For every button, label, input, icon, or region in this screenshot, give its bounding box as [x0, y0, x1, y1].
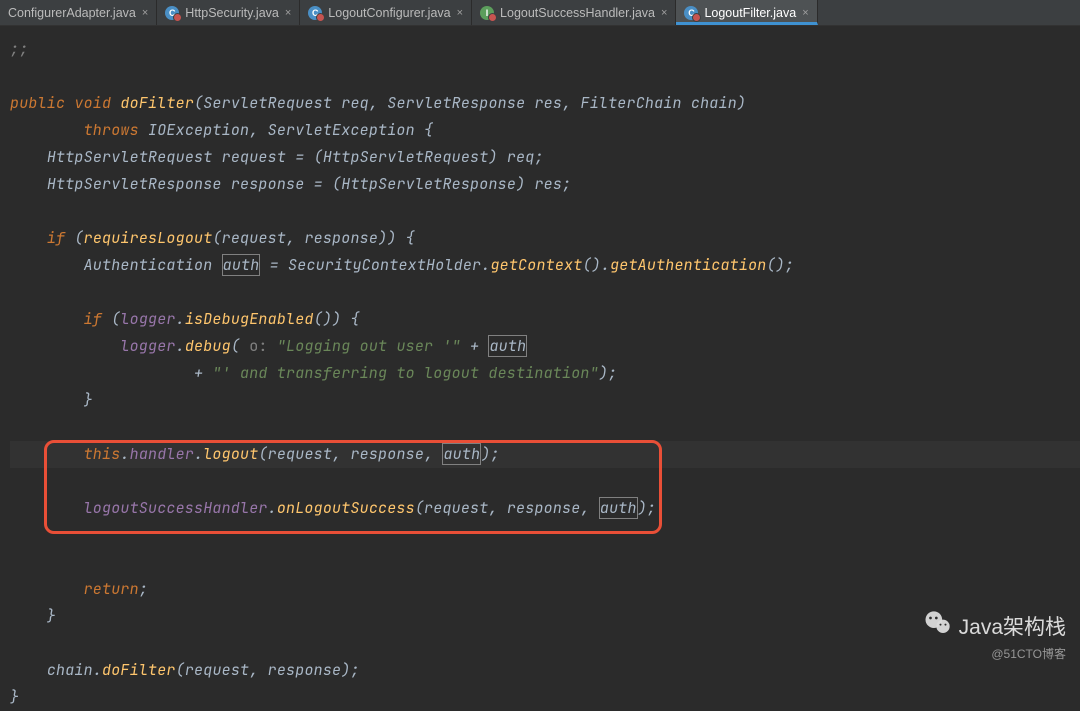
code-editor[interactable]: ;; public void doFilter(ServletRequest r… [0, 26, 1080, 711]
readonly-badge-icon [173, 13, 182, 22]
interface-icon: I [480, 6, 494, 20]
wechat-icon [923, 608, 953, 644]
code-line: public void doFilter(ServletRequest req,… [10, 90, 1080, 117]
code-line-highlighted: this.handler.logout(request, response, a… [10, 441, 1080, 468]
highlighted-variable: auth [222, 254, 261, 276]
tab-logout-configurer[interactable]: C LogoutConfigurer.java × [300, 0, 472, 25]
class-icon: C [165, 6, 179, 20]
code-line: ;; [10, 36, 1080, 63]
code-line: HttpServletRequest request = (HttpServle… [10, 144, 1080, 171]
highlighted-variable: auth [599, 497, 638, 519]
code-line [10, 549, 1080, 576]
tab-logout-success-handler[interactable]: I LogoutSuccessHandler.java × [472, 0, 676, 25]
code-line: Authentication auth = SecurityContextHol… [10, 252, 1080, 279]
tab-label: LogoutSuccessHandler.java [500, 6, 655, 20]
code-line: if (logger.isDebugEnabled()) { [10, 306, 1080, 333]
close-icon[interactable]: × [802, 7, 808, 19]
code-line: return; [10, 576, 1080, 603]
tab-logout-filter[interactable]: C LogoutFilter.java × [676, 0, 817, 25]
code-line: chain.doFilter(request, response); [10, 657, 1080, 684]
class-icon: C [684, 6, 698, 20]
readonly-badge-icon [488, 13, 497, 22]
code-line: } [10, 387, 1080, 414]
class-icon: C [308, 6, 322, 20]
close-icon[interactable]: × [661, 7, 667, 19]
tab-label: LogoutFilter.java [704, 6, 796, 20]
code-line: + "' and transferring to logout destinat… [10, 360, 1080, 387]
code-line [10, 279, 1080, 306]
close-icon[interactable]: × [285, 7, 291, 19]
code-line: logoutSuccessHandler.onLogoutSuccess(req… [10, 495, 1080, 522]
watermark-text: Java架构栈 [959, 611, 1066, 641]
tab-label: HttpSecurity.java [185, 6, 279, 20]
readonly-badge-icon [316, 13, 325, 22]
code-line [10, 522, 1080, 549]
watermark: Java架构栈 [923, 608, 1066, 644]
code-line: throws IOException, ServletException { [10, 117, 1080, 144]
highlighted-variable: auth [488, 335, 527, 357]
parameter-hint: o: [249, 336, 267, 356]
readonly-badge-icon [692, 13, 701, 22]
editor-tabs: ConfigurerAdapter.java × C HttpSecurity.… [0, 0, 1080, 26]
tab-label: LogoutConfigurer.java [328, 6, 450, 20]
code-line [10, 630, 1080, 657]
close-icon[interactable]: × [142, 7, 148, 19]
code-line [10, 198, 1080, 225]
tab-configurer-adapter[interactable]: ConfigurerAdapter.java × [0, 0, 157, 25]
code-line: } [10, 603, 1080, 630]
code-line: if (requiresLogout(request, response)) { [10, 225, 1080, 252]
watermark-sub: @51CTO博客 [991, 645, 1066, 662]
tab-http-security[interactable]: C HttpSecurity.java × [157, 0, 300, 25]
code-line: HttpServletResponse response = (HttpServ… [10, 171, 1080, 198]
code-line [10, 468, 1080, 495]
highlighted-variable: auth [442, 443, 481, 465]
close-icon[interactable]: × [457, 7, 463, 19]
tab-label: ConfigurerAdapter.java [8, 6, 136, 20]
code-line [10, 414, 1080, 441]
code-line [10, 63, 1080, 90]
code-line: } [10, 684, 1080, 711]
code-line: logger.debug( o: "Logging out user '" + … [10, 333, 1080, 360]
